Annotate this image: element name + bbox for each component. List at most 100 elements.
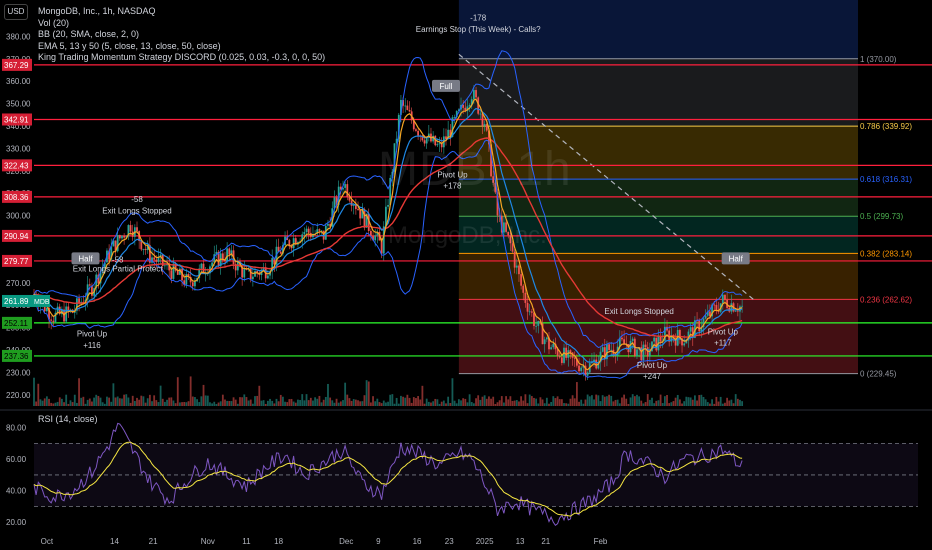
volume-bar xyxy=(505,396,507,406)
candle xyxy=(601,347,604,352)
volume-bar xyxy=(50,402,53,406)
volume-bar xyxy=(430,402,432,406)
volume-bar xyxy=(721,403,724,406)
volume-bar xyxy=(526,403,529,406)
legend-volume[interactable]: Vol (20) xyxy=(38,18,325,30)
volume-bar xyxy=(329,397,332,406)
volume-bar xyxy=(226,400,229,406)
volume-bar xyxy=(82,396,85,406)
volume-bar xyxy=(95,394,98,406)
volume-bar xyxy=(320,402,323,406)
volume-bars xyxy=(33,376,744,406)
candle xyxy=(560,357,563,363)
volume-bar xyxy=(80,397,83,406)
volume-bar xyxy=(239,397,241,406)
candle xyxy=(724,294,726,300)
candle xyxy=(45,307,48,312)
volume-bar xyxy=(524,394,527,406)
candle xyxy=(631,338,634,341)
volume-bar xyxy=(151,401,153,406)
volume-bar xyxy=(400,395,402,406)
legend-ema[interactable]: EMA 5, 13 y 50 (5, close, 13, close, 50,… xyxy=(38,41,325,53)
candle xyxy=(140,241,143,250)
volume-bar xyxy=(402,396,404,406)
volume-bar xyxy=(236,403,239,406)
candle xyxy=(518,265,520,275)
price-chart[interactable]: 1 (370.00) 0.786 (339.92) 0.618 (316.31) 0.… xyxy=(0,0,932,550)
volume-bar xyxy=(610,395,613,406)
candle xyxy=(528,311,531,313)
candle xyxy=(698,320,701,332)
volume-bar xyxy=(706,402,709,406)
y-tick-label: 300.00 xyxy=(6,212,31,221)
volume-bar xyxy=(606,396,608,406)
volume-bar xyxy=(382,400,385,406)
volume-bar xyxy=(612,401,615,406)
candle xyxy=(721,294,724,304)
volume-bar xyxy=(588,396,591,406)
volume-bar xyxy=(337,402,340,406)
candle xyxy=(123,235,126,238)
candle xyxy=(163,265,166,267)
volume-bar xyxy=(715,396,718,406)
volume-bar xyxy=(335,398,338,406)
volume-bar xyxy=(76,402,78,406)
candle xyxy=(50,319,53,321)
volume-bar xyxy=(305,394,308,406)
candle xyxy=(569,350,572,353)
volume-bar xyxy=(406,394,409,406)
volume-bar xyxy=(385,402,387,406)
volume-bar xyxy=(408,397,411,406)
volume-bar xyxy=(297,399,299,406)
volume-bar xyxy=(732,403,735,406)
volume-bar xyxy=(479,399,482,406)
legend-bollinger[interactable]: BB (20, SMA, close, 2, 0) xyxy=(38,29,325,41)
volume-bar xyxy=(174,403,177,406)
volume-bar xyxy=(161,398,164,406)
volume-bar xyxy=(73,394,76,406)
fib-label: 0 (229.45) xyxy=(860,370,897,379)
volume-bar xyxy=(307,400,310,406)
candle xyxy=(475,90,477,98)
volume-bar xyxy=(655,400,658,406)
volume-bar xyxy=(657,400,660,406)
candle xyxy=(648,351,651,357)
volume-bar xyxy=(554,398,557,406)
volume-bar xyxy=(507,399,510,406)
fib-label: 0.786 (339.92) xyxy=(860,122,912,131)
volume-bar xyxy=(60,398,63,406)
volume-bar xyxy=(350,400,353,406)
volume-bar xyxy=(163,401,166,406)
volume-bar xyxy=(376,398,379,406)
volume-bar xyxy=(155,400,158,406)
volume-bar xyxy=(668,403,671,406)
candle xyxy=(352,205,355,206)
rsi-title[interactable]: RSI (14, close) xyxy=(38,414,98,424)
volume-bar xyxy=(331,400,334,406)
volume-bar xyxy=(586,394,589,406)
volume-bar xyxy=(221,394,224,406)
volume-bar xyxy=(689,397,692,406)
volume-bar xyxy=(88,398,91,406)
currency-button[interactable]: USD xyxy=(4,4,28,20)
volume-bar xyxy=(45,396,48,406)
price-tag-label: 261.89 xyxy=(4,297,29,306)
volume-bar xyxy=(346,394,349,406)
rsi-y-tick-label: 80.00 xyxy=(6,424,27,433)
volume-bar xyxy=(427,401,430,406)
volume-bar xyxy=(432,401,435,406)
rsi-y-tick-label: 20.00 xyxy=(6,518,27,527)
watermark-symbol: MDB, 1h xyxy=(378,143,572,196)
candle xyxy=(52,320,55,322)
candle xyxy=(543,339,546,345)
volume-bar xyxy=(303,400,306,406)
volume-bar xyxy=(494,403,497,406)
volume-bar xyxy=(440,401,443,406)
x-tick-label: Oct xyxy=(41,537,54,546)
legend-strategy[interactable]: King Trading Momentum Strategy DISCORD (… xyxy=(38,52,325,64)
annotation-text: Pivot Up xyxy=(77,330,108,339)
volume-bar xyxy=(457,399,460,406)
x-tick-label: 18 xyxy=(274,537,283,546)
volume-bar xyxy=(518,401,520,406)
legend-symbol[interactable]: MongoDB, Inc., 1h, NASDAQ xyxy=(38,6,325,18)
